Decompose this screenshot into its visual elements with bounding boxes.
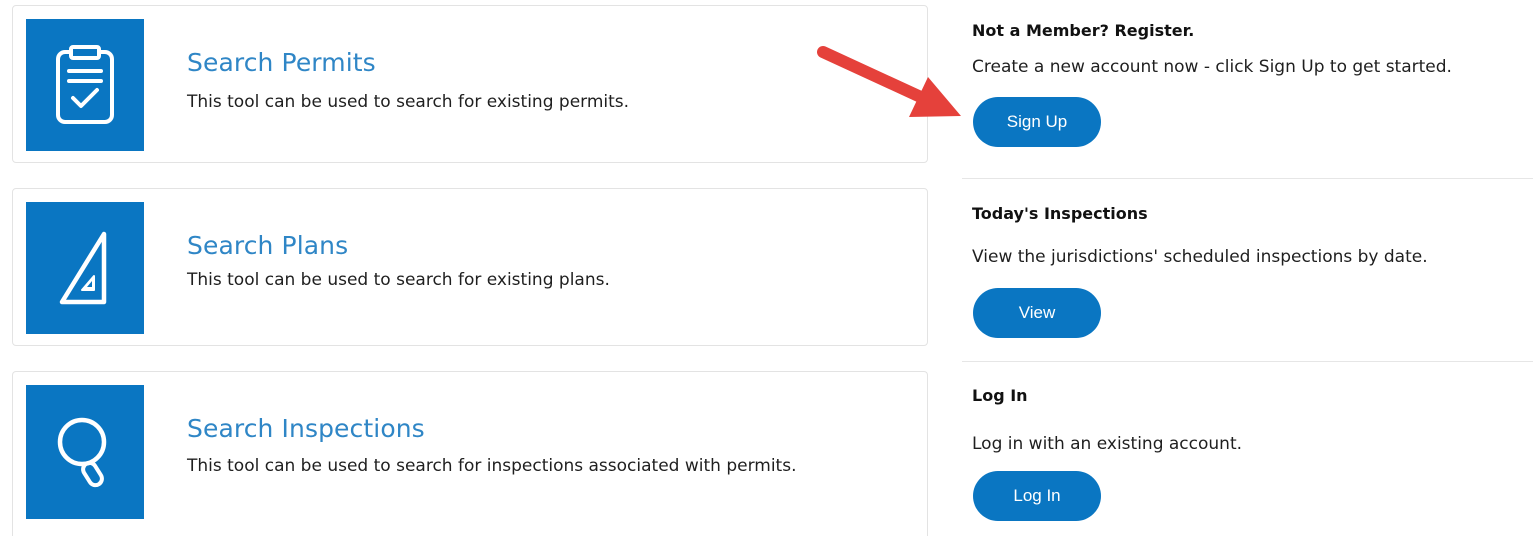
register-text: Create a new account now - click Sign Up… [972, 57, 1452, 77]
set-square-icon [59, 231, 107, 305]
section-divider [962, 361, 1533, 362]
tool-title[interactable]: Search Plans [187, 231, 348, 260]
view-button[interactable]: View [973, 288, 1101, 338]
tool-description: This tool can be used to search for exis… [187, 270, 610, 290]
tool-card-search-inspections[interactable]: Search Inspections This tool can be used… [12, 371, 928, 536]
login-heading: Log In [972, 386, 1028, 405]
magnifier-icon [57, 417, 107, 488]
login-text: Log in with an existing account. [972, 434, 1243, 454]
tool-tile-permits [26, 19, 144, 151]
tool-description: This tool can be used to search for insp… [187, 456, 797, 476]
log-in-button[interactable]: Log In [973, 471, 1101, 521]
clipboard-check-icon [56, 45, 114, 124]
tool-tile-inspections [26, 385, 144, 519]
tool-card-search-permits[interactable]: Search Permits This tool can be used to … [12, 5, 928, 163]
section-divider [962, 178, 1533, 179]
tool-card-search-plans[interactable]: Search Plans This tool can be used to se… [12, 188, 928, 346]
tool-title[interactable]: Search Permits [187, 48, 376, 77]
tool-tile-plans [26, 202, 144, 334]
register-heading: Not a Member? Register. [972, 21, 1195, 40]
inspections-heading: Today's Inspections [972, 204, 1148, 223]
sign-up-button[interactable]: Sign Up [973, 97, 1101, 147]
tool-title[interactable]: Search Inspections [187, 414, 425, 443]
inspections-text: View the jurisdictions' scheduled inspec… [972, 247, 1428, 267]
page: Search Permits This tool can be used to … [0, 0, 1533, 536]
tool-description: This tool can be used to search for exis… [187, 92, 630, 112]
